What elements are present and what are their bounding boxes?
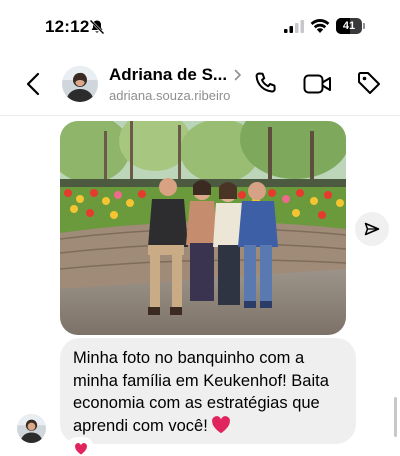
wifi-icon xyxy=(310,19,330,33)
battery-indicator: 41 xyxy=(336,18,366,34)
sender-avatar[interactable] xyxy=(17,414,46,443)
tag-icon[interactable] xyxy=(356,70,382,96)
message-reaction[interactable] xyxy=(66,437,94,456)
message-text-content: Minha foto no banquinho com a minha famí… xyxy=(73,349,329,435)
contact-avatar-image xyxy=(62,66,98,102)
scrollbar[interactable] xyxy=(394,397,397,437)
bell-slash-icon xyxy=(89,19,105,35)
chat-header: Adriana de S... adriana.souza.ribeiro xyxy=(0,56,400,112)
contact-name[interactable]: Adriana de S... xyxy=(109,65,227,85)
phone-icon[interactable] xyxy=(253,71,279,97)
share-button[interactable] xyxy=(355,212,389,246)
paper-plane-icon xyxy=(364,222,380,236)
contact-handle[interactable]: adriana.souza.ribeiro xyxy=(109,88,230,103)
battery-level: 41 xyxy=(342,20,356,32)
back-button[interactable] xyxy=(22,68,46,100)
contact-avatar[interactable] xyxy=(62,66,98,102)
heart-emoji xyxy=(211,415,230,433)
text-message[interactable]: Minha foto no banquinho com a minha famí… xyxy=(60,338,356,444)
status-time: 12:12 xyxy=(45,17,90,36)
cellular-signal-icon xyxy=(284,20,304,33)
family-photo xyxy=(60,121,346,335)
video-camera-icon[interactable] xyxy=(303,72,333,96)
photo-message[interactable] xyxy=(60,121,346,335)
chevron-right-icon[interactable] xyxy=(234,69,242,81)
status-bar: 12:12 41 xyxy=(0,0,400,52)
heart-reaction-icon xyxy=(75,443,87,455)
header-divider xyxy=(0,115,400,116)
message-text: Minha foto no banquinho com a minha famí… xyxy=(73,347,344,437)
sender-avatar-image xyxy=(17,414,46,443)
